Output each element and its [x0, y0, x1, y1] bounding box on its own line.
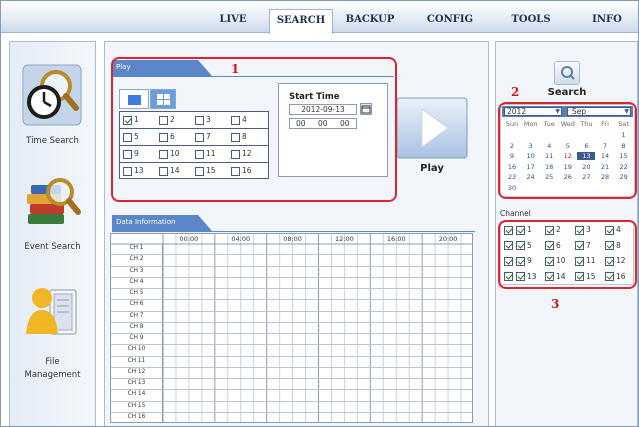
play-label: Play — [420, 163, 444, 174]
timeline-row[interactable]: CH 12 — [111, 367, 472, 379]
timeline-row[interactable]: CH 3 — [111, 266, 472, 278]
timeline-row[interactable]: CH 4 — [111, 277, 472, 289]
annotation-number: 1 — [231, 62, 240, 76]
channel-row-label: CH 13 — [111, 379, 163, 391]
sidebar-item-label: File — [45, 357, 60, 367]
timeline-row[interactable]: CH 16 — [111, 412, 472, 422]
hour-label: 12:00 — [335, 235, 354, 243]
top-navigation: LIVE SEARCH BACKUP CONFIG TOOLS INFO — [1, 1, 638, 34]
channel-row-label: CH 15 — [111, 401, 163, 413]
search-button[interactable] — [554, 61, 580, 85]
tab-search[interactable]: SEARCH — [269, 9, 333, 34]
timeline-row[interactable]: CH 13 — [111, 379, 472, 391]
timeline-row[interactable]: CH 14 — [111, 390, 472, 402]
clock-magnifier-icon — [22, 64, 82, 126]
sidebar-item-label: Time Search — [26, 136, 79, 146]
annotation-box-calendar — [498, 102, 637, 199]
dvr-web-client: LIVE SEARCH BACKUP CONFIG TOOLS INFO Tim… — [0, 0, 639, 427]
channel-row-label: CH 1 — [111, 244, 163, 256]
channel-row-label: CH 14 — [111, 390, 163, 402]
tab-live[interactable]: LIVE — [211, 9, 255, 33]
tab-tools[interactable]: TOOLS — [505, 9, 557, 33]
channel-row-label: CH 5 — [111, 289, 163, 301]
timeline-row[interactable]: CH 6 — [111, 300, 472, 312]
tab-config[interactable]: CONFIG — [419, 9, 481, 33]
timeline-row[interactable]: CH 5 — [111, 289, 472, 301]
annotation-number: 2 — [511, 85, 520, 99]
search-icon — [561, 66, 575, 80]
play-button[interactable]: Play — [396, 97, 468, 177]
annotation-box-channel — [498, 220, 637, 289]
user-folder-icon — [26, 288, 77, 335]
timeline-row[interactable]: CH 7 — [111, 311, 472, 323]
channel-row-label: CH 3 — [111, 266, 163, 278]
hour-label: 16:00 — [386, 235, 406, 243]
channel-row-label: CH 4 — [111, 277, 163, 289]
sidebar-item-label: Management — [24, 370, 81, 380]
play-icon — [396, 97, 468, 159]
data-panel-header: Data Information — [112, 215, 212, 231]
channel-row-label: CH 8 — [111, 322, 163, 334]
channel-row-label: CH 12 — [111, 367, 163, 379]
hour-label: 08:00 — [283, 235, 302, 243]
channel-row-label: CH 9 — [111, 334, 163, 346]
timeline-row[interactable]: CH 11 — [111, 356, 472, 368]
timeline-row[interactable]: CH 9 — [111, 334, 472, 346]
hour-label: 04:00 — [231, 235, 251, 243]
channel-row-label: CH 10 — [111, 345, 163, 357]
tab-backup[interactable]: BACKUP — [341, 9, 399, 33]
search-label: Search — [547, 87, 587, 98]
timeline-row[interactable]: CH 15 — [111, 401, 472, 413]
timeline-row[interactable]: CH 2 — [111, 255, 472, 267]
timeline-row[interactable]: CH 1 — [111, 244, 472, 256]
channel-row-label: CH 6 — [111, 300, 163, 312]
timeline-row[interactable]: CH 8 — [111, 322, 472, 334]
books-magnifier-icon — [27, 178, 81, 224]
channel-label: Channel — [500, 209, 531, 218]
sidebar-item-file-management[interactable]: File Management — [10, 282, 95, 382]
hour-label: 00:00 — [179, 235, 199, 243]
sidebar-item-time-search[interactable]: Time Search — [10, 60, 95, 170]
tab-info[interactable]: INFO — [585, 9, 629, 33]
channel-row-label: CH 11 — [111, 356, 163, 368]
hour-label: 20:00 — [438, 235, 458, 243]
annotation-number: 3 — [551, 297, 560, 311]
annotation-box-play — [111, 57, 397, 202]
channel-row-label: CH 16 — [111, 412, 163, 422]
sidebar-item-event-search[interactable]: Event Search — [10, 174, 95, 264]
channel-row-label: CH 2 — [111, 255, 163, 267]
sidebar: Time Search Event Search File Management — [9, 41, 96, 426]
record-timeline-grid[interactable]: 00:00 04:00 08:00 12:00 16:00 20:00 CH 1 CH 2C… — [110, 233, 473, 423]
channel-row-label: CH 7 — [111, 311, 163, 323]
panel-divider — [112, 231, 475, 232]
timeline-row[interactable]: CH 10 — [111, 345, 472, 357]
sidebar-item-label: Event Search — [24, 242, 81, 252]
data-panel-title: Data Information — [116, 218, 176, 226]
